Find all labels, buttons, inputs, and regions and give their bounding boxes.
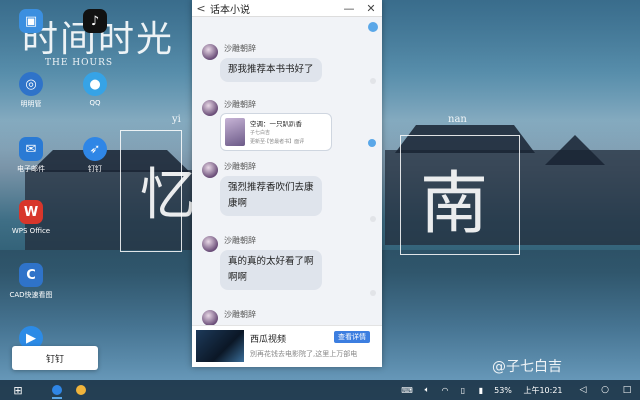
taskbar-tooltip: 钉钉 bbox=[12, 346, 98, 370]
taskbar-app-novel[interactable] bbox=[72, 380, 90, 400]
keyboard-icon[interactable]: ⌨ bbox=[400, 380, 414, 400]
recents-nav-button[interactable]: □ bbox=[620, 380, 634, 400]
battery-saver-icon[interactable]: ▯ bbox=[456, 380, 470, 400]
tiktok-icon: ♪ bbox=[83, 9, 107, 33]
ad-thumbnail bbox=[196, 330, 244, 362]
pinyin-yi: yi bbox=[172, 114, 181, 125]
sender-name: 沙雕朝辞 bbox=[224, 100, 256, 109]
desktop-icon-wps[interactable]: W WPS Office bbox=[8, 200, 54, 235]
message-line: 强烈推荐香吹们去康 bbox=[228, 182, 314, 193]
ad-detail-button[interactable]: 查看详情 bbox=[334, 331, 370, 343]
desktop-icon-label: 钉钉 bbox=[88, 165, 102, 173]
desktop-icon-label: CAD快速看图 bbox=[9, 291, 53, 299]
message-bubble[interactable]: 强烈推荐香吹们去康 康啊 bbox=[220, 176, 322, 216]
message-line: 真的真的太好看了啊 bbox=[228, 256, 314, 267]
active-indicator bbox=[52, 397, 62, 399]
qq-icon: ● bbox=[83, 72, 107, 96]
dingtalk-icon bbox=[52, 385, 62, 395]
watermark: @子七白吉 bbox=[492, 359, 562, 375]
message-status-dot bbox=[368, 139, 376, 147]
calligraphy-subtitle: THE HOURS bbox=[45, 58, 114, 68]
desktop-icon-file-manager[interactable]: ▣ bbox=[8, 9, 54, 33]
avatar[interactable] bbox=[202, 236, 218, 252]
minimize-button[interactable]: — bbox=[338, 2, 360, 15]
char-yi: 忆 bbox=[140, 163, 196, 228]
chat-window[interactable]: < 话本小说 — ✕ 沙雕朝辞 那我推荐本书书好了 沙雕朝辞 空调：一只趴趴香 … bbox=[192, 0, 382, 367]
dingtalk-icon: ➶ bbox=[83, 137, 107, 161]
message-status-dot bbox=[370, 78, 376, 84]
ad-banner[interactable]: 西瓜视频 查看详情 別再花钱去电影院了,这里上万部电 bbox=[192, 325, 382, 367]
wifi-icon[interactable]: ◠ bbox=[438, 380, 452, 400]
desktop-icon-qq[interactable]: ● QQ bbox=[72, 72, 118, 107]
ad-description: 別再花钱去电影院了,这里上万部电 bbox=[250, 350, 358, 358]
avatar[interactable] bbox=[202, 100, 218, 116]
message-status-dot bbox=[370, 216, 376, 222]
char-nan: 南 bbox=[420, 165, 489, 244]
battery-percent: 53% bbox=[494, 385, 512, 395]
desktop-icon-label: QQ bbox=[89, 99, 101, 107]
desktop-icon-email[interactable]: ✉ 电子邮件 bbox=[8, 137, 54, 174]
desktop-icon-cad[interactable]: C CAD快速看图 bbox=[8, 263, 54, 300]
avatar[interactable] bbox=[202, 310, 218, 326]
scroll-indicator[interactable] bbox=[368, 22, 378, 32]
sender-name: 沙雕朝辞 bbox=[224, 162, 256, 171]
book-cover bbox=[225, 118, 245, 146]
pinyin-nan: nan bbox=[448, 114, 467, 125]
taskbar: ⊞ ⌨ 🔈︎ ◠ ▯ ▮ 53% 上午10:21 ◁ ○ □ bbox=[0, 380, 640, 400]
chat-header: < 话本小说 — ✕ bbox=[192, 0, 382, 17]
home-nav-button[interactable]: ○ bbox=[598, 380, 612, 400]
dribbble-icon: ◎ bbox=[19, 72, 43, 96]
book-meta: 更新至·【苦最者书】面评 bbox=[250, 139, 305, 145]
clock[interactable]: 上午10:21 bbox=[520, 380, 566, 400]
avatar[interactable] bbox=[202, 162, 218, 178]
volume-icon[interactable]: 🔈︎ bbox=[420, 380, 434, 400]
back-nav-button[interactable]: ◁ bbox=[576, 380, 590, 400]
desktop-icon-dingtalk[interactable]: ➶ 钉钉 bbox=[72, 137, 118, 174]
sender-name: 沙雕朝辞 bbox=[224, 310, 256, 319]
email-icon: ✉ bbox=[19, 137, 43, 161]
desktop-icon-label: WPS Office bbox=[11, 227, 51, 235]
back-button[interactable]: < bbox=[192, 2, 210, 15]
chat-title: 话本小说 bbox=[210, 4, 250, 16]
desktop-icon-dribbble[interactable]: ◎ 明明管 bbox=[8, 72, 54, 109]
start-button[interactable]: ⊞ bbox=[8, 380, 28, 400]
sender-name: 沙雕朝辞 bbox=[224, 236, 256, 245]
grid-icon: ⊞ bbox=[13, 383, 23, 397]
message-bubble[interactable]: 那我推荐本书书好了 bbox=[220, 58, 322, 82]
desktop-icon-label: 电子邮件 bbox=[17, 165, 45, 173]
ad-title: 西瓜视频 bbox=[250, 335, 287, 345]
book-author: 子七白吉 bbox=[250, 130, 271, 136]
book-title: 空调：一只趴趴香 bbox=[250, 120, 302, 128]
sender-name: 沙雕朝辞 bbox=[224, 44, 256, 53]
message-line: 康啊 bbox=[228, 198, 248, 209]
message-bubble[interactable]: 真的真的太好看了啊 啊啊 bbox=[220, 250, 322, 290]
novel-app-icon bbox=[76, 385, 86, 395]
message-line: 啊啊 bbox=[228, 272, 248, 283]
battery-icon[interactable]: ▮ bbox=[474, 380, 488, 400]
desktop-icon-tiktok[interactable]: ♪ bbox=[72, 9, 118, 33]
book-share-card[interactable]: 空调：一只趴趴香 子七白吉 更新至·【苦最者书】面评 bbox=[220, 113, 332, 151]
close-button[interactable]: ✕ bbox=[360, 2, 382, 15]
message-status-dot bbox=[370, 290, 376, 296]
desktop-icon-label: 明明管 bbox=[20, 100, 42, 108]
avatar[interactable] bbox=[202, 44, 218, 60]
cad-icon: C bbox=[19, 263, 43, 287]
wps-icon: W bbox=[19, 200, 43, 224]
folder-icon: ▣ bbox=[19, 9, 43, 33]
